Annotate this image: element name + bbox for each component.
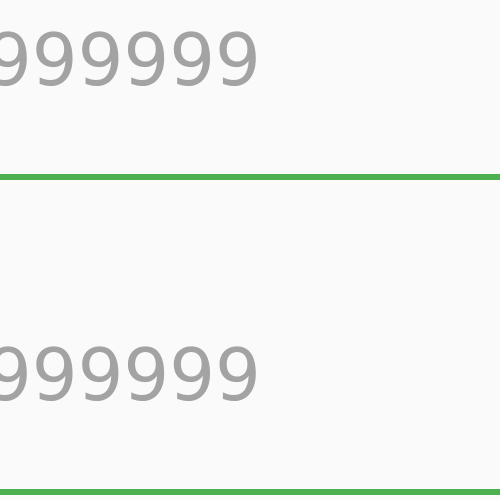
text-field-2[interactable]: 999999 bbox=[0, 184, 500, 500]
field-value-2[interactable]: 999999 bbox=[0, 339, 261, 411]
form-panel: 999999 999999 bbox=[0, 0, 500, 500]
field-underline-1 bbox=[0, 174, 500, 180]
field-underline-2 bbox=[0, 489, 500, 495]
text-field-1[interactable]: 999999 bbox=[0, 0, 500, 184]
field-value-1[interactable]: 999999 bbox=[0, 24, 261, 96]
